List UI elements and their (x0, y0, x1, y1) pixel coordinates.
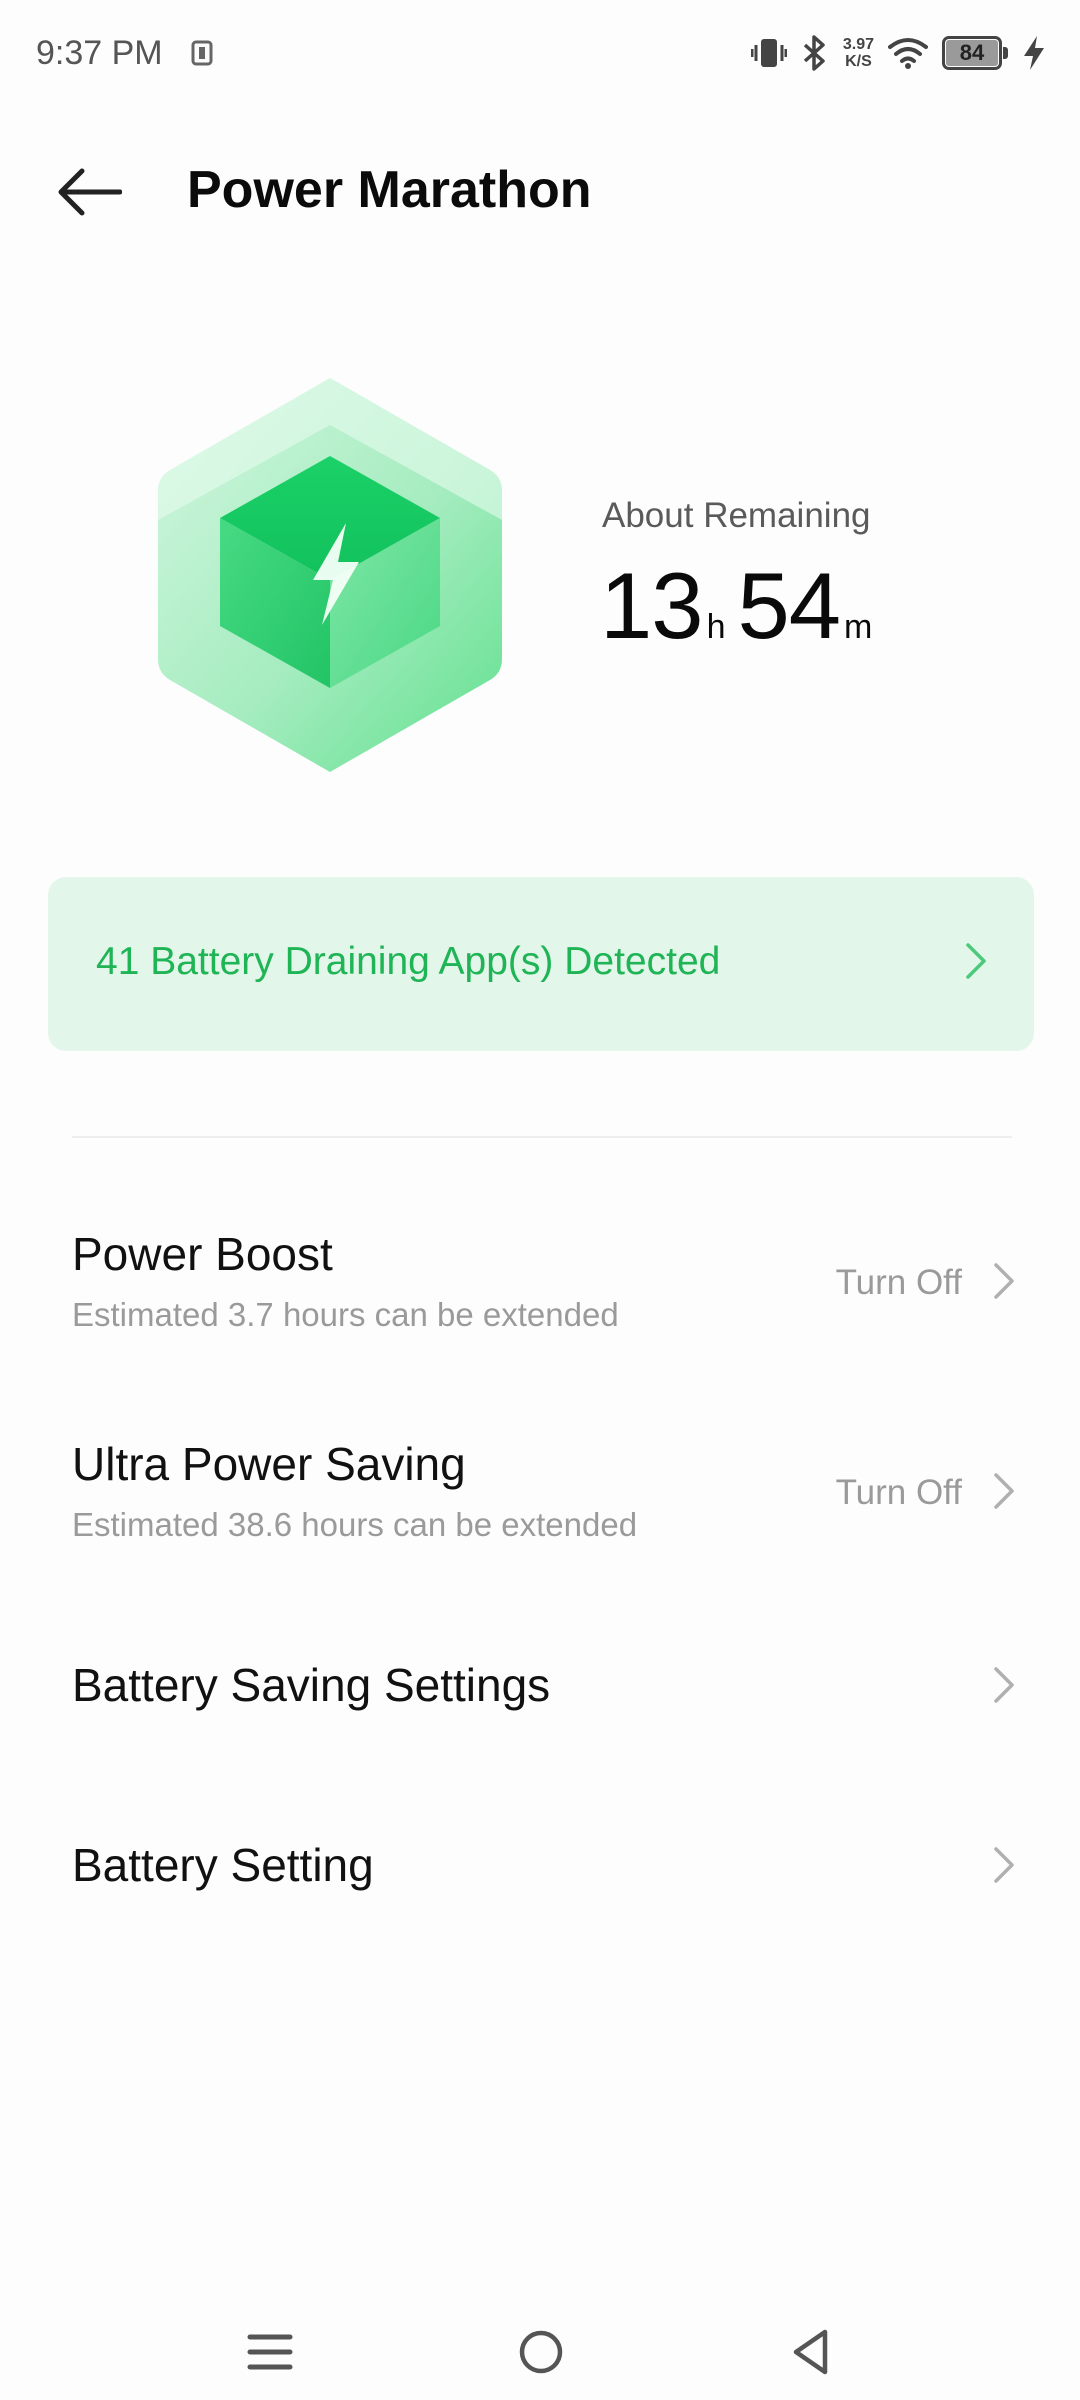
bluetooth-icon (803, 35, 825, 71)
battery-saving-settings-row[interactable]: Battery Saving Settings (0, 1630, 1080, 1740)
remaining-label: About Remaining (602, 496, 871, 535)
row-title: Power Boost (72, 1228, 333, 1280)
battery-cube-icon (158, 378, 502, 772)
minutes-unit: m (844, 608, 873, 646)
nfc-icon (191, 40, 213, 66)
row-subtitle: Estimated 38.6 hours can be extended (72, 1506, 638, 1543)
divider (72, 1136, 1012, 1138)
menu-icon (247, 2334, 293, 2370)
wifi-icon (888, 38, 928, 69)
vibrate-icon (750, 39, 787, 67)
chevron-right-icon (966, 943, 986, 979)
network-speed: 3.97 K/S (843, 36, 874, 70)
charging-icon (1024, 36, 1044, 70)
hours-unit: h (706, 608, 726, 646)
battery-level: 84 (959, 40, 985, 65)
chevron-right-icon (994, 1667, 1014, 1703)
chevron-right-icon (994, 1263, 1014, 1299)
navigation-bar (0, 2290, 1080, 2400)
row-title: Ultra Power Saving (72, 1438, 466, 1490)
arrow-left-icon (58, 168, 122, 216)
remaining-time: 13 h 54 m (600, 552, 884, 660)
row-status: Turn Off (835, 1473, 962, 1512)
remaining-minutes: 54 (737, 553, 841, 658)
recent-apps-button[interactable] (230, 2312, 310, 2392)
network-speed-unit: K/S (845, 53, 872, 70)
battery-icon: 84 (942, 36, 1008, 70)
row-title: Battery Saving Settings (72, 1659, 551, 1711)
battery-draining-apps-banner[interactable]: 41 Battery Draining App(s) Detected (48, 877, 1034, 1051)
chevron-right-icon (994, 1473, 1014, 1509)
back-triangle-icon (793, 2329, 828, 2375)
back-nav-button[interactable] (770, 2312, 850, 2392)
network-speed-value: 3.97 (842, 36, 874, 53)
chevron-right-icon (994, 1847, 1014, 1883)
remaining-hours: 13 (600, 553, 704, 658)
row-title: Battery Setting (72, 1839, 374, 1891)
ultra-power-saving-row[interactable]: Ultra Power Saving Estimated 38.6 hours … (0, 1415, 1080, 1565)
page-title: Power Marathon (187, 161, 592, 219)
home-button[interactable] (501, 2312, 581, 2392)
status-time: 9:37 PM (36, 34, 163, 72)
row-subtitle: Estimated 3.7 hours can be extended (72, 1296, 619, 1333)
home-icon (519, 2330, 563, 2374)
status-bar: 9:37 PM 3.97 K/S 84 (0, 0, 1080, 110)
power-boost-row[interactable]: Power Boost Estimated 3.7 hours can be e… (0, 1205, 1080, 1355)
draining-apps-text: 41 Battery Draining App(s) Detected (96, 940, 721, 983)
back-button[interactable] (56, 152, 146, 232)
status-icons: 3.97 K/S 84 (750, 30, 1046, 76)
battery-setting-row[interactable]: Battery Setting (0, 1810, 1080, 1920)
row-status: Turn Off (835, 1263, 962, 1302)
